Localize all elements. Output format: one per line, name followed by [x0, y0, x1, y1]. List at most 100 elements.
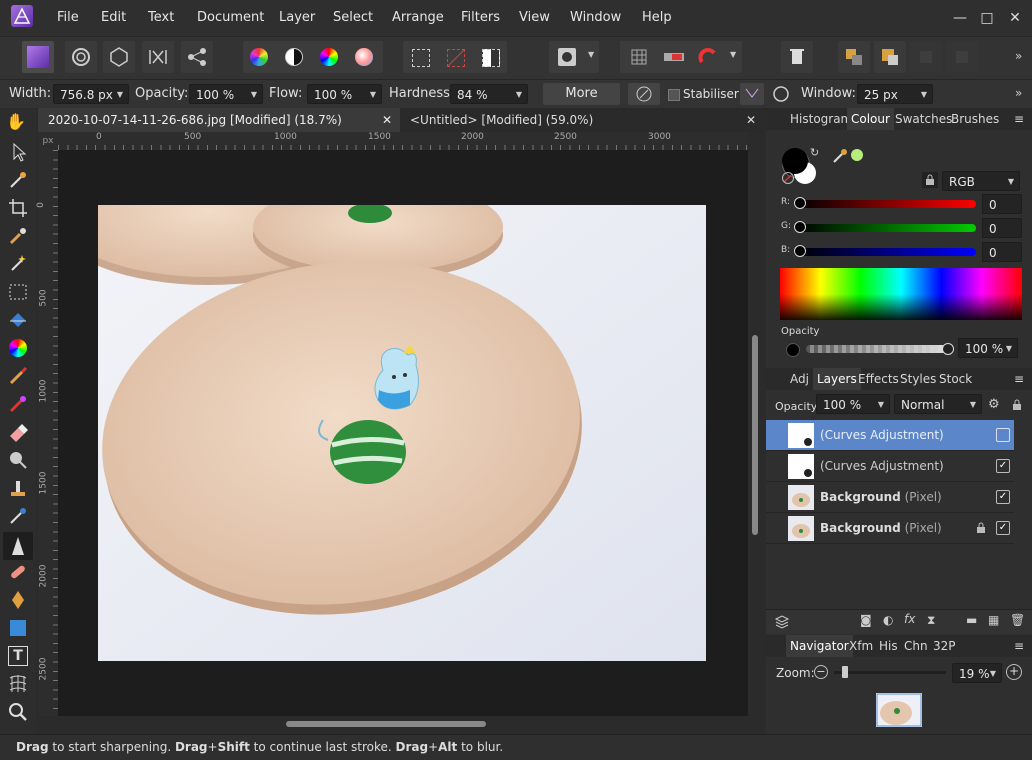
export-persona-button[interactable] [181, 41, 213, 73]
colour-replacement-tool-icon[interactable] [6, 392, 30, 416]
menu-view[interactable]: View [519, 0, 550, 36]
zoom-in-button[interactable]: + [1006, 664, 1022, 680]
live-filter-icon[interactable]: ⧗ [927, 613, 935, 628]
colour-model-select[interactable]: RGB ▼ [942, 171, 1020, 191]
lock-icon[interactable] [1012, 399, 1022, 411]
r-slider-handle[interactable] [794, 197, 806, 209]
menu-filters[interactable]: Filters [461, 0, 500, 36]
folder-icon[interactable]: ▬ [966, 613, 977, 627]
b-slider[interactable] [796, 248, 976, 256]
g-slider[interactable] [796, 224, 976, 232]
tab-document-2[interactable]: <Untitled> [Modified] (59.0%) ✕ [400, 108, 764, 132]
tab-channels[interactable]: Chn [904, 635, 928, 657]
close-icon[interactable]: ✕ [746, 108, 756, 132]
colour-picker-icon[interactable] [832, 148, 848, 164]
stabiliser-checkbox[interactable] [668, 89, 680, 101]
snapping-magnet-icon[interactable] [698, 48, 718, 66]
arrange-forward-icon[interactable] [874, 41, 906, 73]
horizontal-scrollbar[interactable] [38, 716, 748, 732]
flood-fill-tool-icon[interactable] [6, 308, 30, 332]
crop-tool-icon[interactable] [6, 196, 30, 220]
blemish-tool-icon[interactable] [6, 504, 30, 528]
window-field[interactable]: 25 px ▼ [857, 84, 933, 104]
dodge-tool-icon[interactable] [6, 448, 30, 472]
picked-colour-swatch[interactable] [851, 149, 863, 161]
swap-colours-icon[interactable]: ↻ [810, 146, 819, 159]
gear-icon[interactable]: ⚙ [988, 397, 1000, 412]
add-pixel-layer-icon[interactable]: ▦ [988, 613, 999, 627]
tab-history[interactable]: His [879, 635, 898, 657]
panel-menu-icon[interactable]: ≡ [1014, 368, 1024, 390]
delete-layer-icon[interactable]: 🗑 [1010, 613, 1025, 627]
deselect-icon[interactable] [447, 49, 465, 67]
clone-brush-tool-icon[interactable] [6, 476, 30, 500]
maximize-button[interactable]: □ [977, 8, 997, 28]
layer-visibility-checkbox[interactable] [996, 428, 1010, 442]
minimize-button[interactable]: — [950, 8, 970, 28]
trash-icon[interactable] [781, 41, 813, 73]
close-window-button[interactable]: ✕ [1005, 8, 1025, 28]
auto-white-balance-icon[interactable] [355, 48, 373, 66]
zoom-slider-handle[interactable] [842, 666, 848, 678]
panel-menu-icon[interactable]: ≡ [1014, 108, 1024, 130]
flow-field[interactable]: 100 % ▼ [307, 84, 382, 104]
tab-swatches[interactable]: Swatches [895, 108, 952, 130]
tab-stock[interactable]: Stock [939, 368, 972, 390]
vertical-scroll-thumb[interactable] [752, 335, 758, 535]
toolbar-overflow-icon[interactable]: » [1015, 49, 1022, 63]
quick-mask-icon[interactable] [558, 48, 576, 66]
more-button[interactable]: More [543, 83, 620, 105]
auto-colour-icon[interactable] [320, 48, 338, 66]
menu-text[interactable]: Text [148, 0, 174, 36]
menu-help[interactable]: Help [642, 0, 672, 36]
layer-visibility-checkbox[interactable]: ✓ [996, 521, 1010, 535]
lock-icon[interactable] [922, 172, 938, 188]
tab-layers[interactable]: Layers [813, 368, 861, 390]
auto-contrast-icon[interactable] [285, 48, 303, 66]
tab-32p[interactable]: 32P [933, 635, 956, 657]
colour-picker-tool-icon[interactable] [6, 168, 30, 192]
pen-tool-icon[interactable] [6, 588, 30, 612]
move-tool-icon[interactable] [6, 140, 30, 164]
r-slider[interactable] [796, 200, 976, 208]
blend-mode-select[interactable]: Normal ▼ [894, 394, 982, 414]
flood-select-tool-icon[interactable] [6, 252, 30, 276]
menu-document[interactable]: Document [197, 0, 264, 36]
menu-layer[interactable]: Layer [279, 0, 315, 36]
sharpen-brush-tool-icon[interactable] [3, 532, 33, 560]
adjustment-layer-icon[interactable]: ◐ [883, 613, 893, 627]
context-overflow-icon[interactable]: » [1015, 86, 1022, 100]
tab-adjustments[interactable]: Adj [790, 368, 809, 390]
layer-opacity-field[interactable]: 100 % ▼ [816, 394, 890, 414]
menu-select[interactable]: Select [333, 0, 373, 36]
selection-brush-tool-icon[interactable] [6, 224, 30, 248]
lock-icon[interactable] [976, 522, 986, 534]
marquee-tool-icon[interactable] [6, 280, 30, 304]
rope-mode-icon[interactable] [740, 83, 764, 105]
arrange-top-icon[interactable] [946, 41, 978, 73]
select-all-icon[interactable] [412, 49, 430, 67]
zoom-value-field[interactable]: 19 % ▼ [952, 663, 1002, 683]
brush-pressure-icon[interactable] [628, 83, 660, 105]
colour-spectrum[interactable] [780, 268, 1022, 320]
opacity-slider-handle[interactable] [942, 343, 954, 355]
b-slider-handle[interactable] [794, 245, 806, 257]
hardness-field[interactable]: 84 % ▼ [450, 84, 528, 104]
assistant-icon[interactable] [664, 51, 684, 63]
tab-histogram[interactable]: Histogram [790, 108, 852, 130]
panel-menu-icon[interactable]: ≡ [1014, 635, 1024, 657]
width-field[interactable]: 756.8 px ▼ [53, 84, 129, 104]
tab-brushes[interactable]: Brushes [951, 108, 999, 130]
gradient-tool-icon[interactable] [6, 336, 30, 360]
layer-visibility-checkbox[interactable]: ✓ [996, 459, 1010, 473]
opacity-field[interactable]: 100 % ▼ [189, 84, 263, 104]
opacity-value-field[interactable]: 100 % ▼ [958, 338, 1018, 358]
close-icon[interactable]: ✕ [382, 108, 392, 132]
layer-row[interactable]: Background (Pixel) ✓ [766, 482, 1014, 513]
zoom-out-button[interactable]: − [814, 665, 828, 679]
zoom-slider[interactable] [834, 671, 946, 674]
document-image[interactable] [98, 205, 706, 661]
menu-arrange[interactable]: Arrange [392, 0, 444, 36]
chevron-down-icon[interactable]: ▼ [730, 50, 736, 59]
vertical-scrollbar[interactable] [748, 150, 764, 716]
